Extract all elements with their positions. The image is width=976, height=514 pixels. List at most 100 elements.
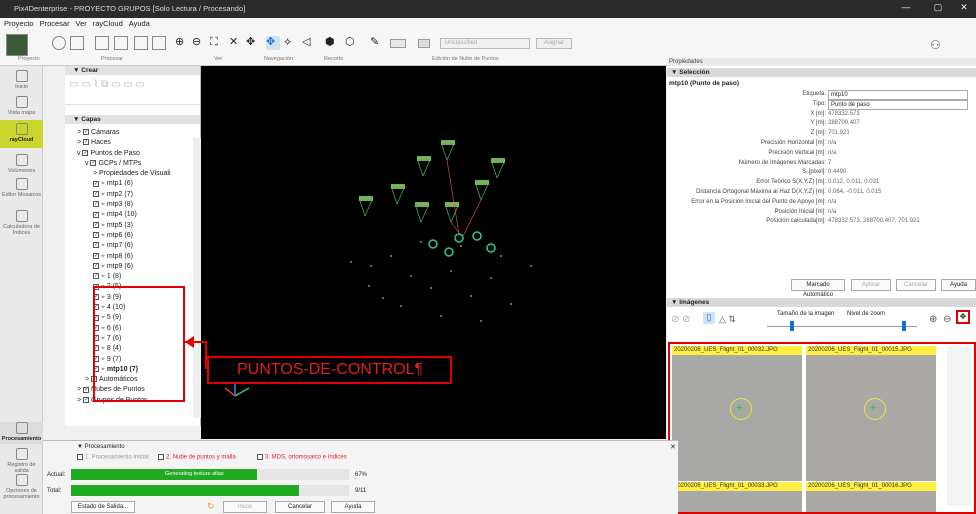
zoom-in-icon[interactable]: ⊕ [175,36,189,50]
edit-points-icon[interactable]: ✎ [370,36,384,50]
sidebar-item-vista-mapa[interactable]: Vista mapa [0,96,43,116]
layer-item[interactable]: ✓ ⌖ mtp2 (7) [65,190,200,200]
fit-images-icon[interactable]: ✥ [956,310,970,324]
layer-scrollbar[interactable] [193,138,201,418]
cancel-button[interactable]: Cancelar [896,279,936,291]
fly-icon[interactable]: ◁ [302,36,316,50]
image-tools-icon[interactable]: ⊘ ⊘ [671,314,691,325]
save-icon[interactable] [134,36,148,50]
layer-item[interactable]: v ✓ Puntos de Paso [65,149,200,159]
user-icon[interactable]: ⚇ [930,38,941,52]
menu-ver[interactable]: Ver [76,19,87,28]
close-icon[interactable]: ✕ [952,2,976,13]
step-3[interactable]: 3. MDS, ortomosaico e índices [257,454,347,461]
image-thumb-4[interactable]: 20200206_UES_Flight_01_00016.JPG [806,482,936,512]
clip-region-icon[interactable]: ⬡ [345,36,359,50]
processing-title[interactable]: ▼ Procesamiento [77,444,125,450]
menu-proyecto[interactable]: Proyecto [4,19,34,28]
layer-checkbox[interactable]: ✓ [93,252,99,259]
image-thumb-3[interactable]: 20200206_UES_Flight_01_00033.JPG [672,482,802,512]
layer-checkbox[interactable]: ✓ [93,232,99,239]
maximize-icon[interactable]: ▢ [926,2,950,13]
layer-checkbox[interactable]: ✓ [90,160,97,167]
zoom-slider-handle[interactable] [902,321,906,331]
export-icon[interactable] [152,36,166,50]
layer-item[interactable]: ✓ ⌖ mtp6 (6) [65,231,200,241]
open-project-icon[interactable] [70,36,84,50]
layer-checkbox[interactable]: ✓ [93,242,99,249]
images-scrollbar[interactable] [947,346,971,506]
help-processing-button[interactable]: Ayuda [331,501,375,513]
layer-checkbox[interactable]: ✓ [93,221,99,228]
layer-checkbox[interactable]: ✓ [83,129,90,136]
layer-item[interactable]: ✓ ⌖ mtp7 (6) [65,241,200,251]
property-value[interactable]: Punto de paso [828,99,968,110]
step-1[interactable]: 1. Procesamiento Inicial [77,454,149,461]
layer-item[interactable]: > Propiedades de Visuali [65,169,200,179]
layer-checkbox[interactable]: ✓ [93,263,99,270]
apply-button[interactable]: Aplicar [851,279,891,291]
section-imagenes[interactable]: ▼ Imágenes [667,298,976,307]
print-icon[interactable] [114,36,128,50]
sidebar-item-volumenes[interactable]: Volúmenes [0,154,43,174]
image-thumb-2[interactable]: 20200206_UES_Flight_01_00015.JPG + [806,346,936,481]
auto-mark-button[interactable]: Marcado Automático [791,279,845,298]
property-value[interactable]: mtp10 [828,90,968,100]
image-size-slider-handle[interactable] [789,321,794,331]
zoom-out-images-icon[interactable]: ⊖ [943,314,951,325]
sidebar-item-procesamiento[interactable]: Procesamiento [0,422,43,444]
selection-mode-dropdown[interactable] [390,39,406,48]
layer-item[interactable]: ✓ ⌖ mtp3 (8) [65,200,200,210]
minimize-icon[interactable]: — [894,2,918,12]
new-project-icon[interactable] [52,36,66,50]
layer-checkbox[interactable]: ✓ [93,273,99,280]
layer-checkbox[interactable]: ✓ [83,139,90,146]
layer-item[interactable]: ✓ ⌖ mtp5 (3) [65,221,200,231]
layer-item[interactable]: > ✓ Haces [65,138,200,148]
document-icon[interactable] [95,36,109,50]
zoom-out-icon[interactable]: ⊖ [192,36,206,50]
layer-item[interactable]: v ✓ GCPs / MTPs [65,159,200,169]
step-2[interactable]: 2. Nube de puntos y malla [158,454,236,461]
sidebar-item-opciones[interactable]: Opciones de procesamiento [0,474,43,500]
sidebar-item-calculadora[interactable]: Calculadora de Índices [0,210,43,236]
clip-box-icon[interactable]: ⬢ [325,36,339,50]
layer-item[interactable]: ✓ ⌖ mtp1 (6) [65,179,200,189]
layer-item[interactable]: > ✓ Cámaras [65,128,200,138]
layer-item[interactable]: ✓ ⌖ mtp8 (6) [65,252,200,262]
output-status-button[interactable]: Estado de Salida... [71,501,135,513]
layer-item[interactable]: ✓ ⌖ mtp4 (10) [65,210,200,220]
menu-ayuda[interactable]: Ayuda [129,19,150,28]
sidebar-item-inicio[interactable]: Inicio [0,70,43,90]
zoom-in-images-icon[interactable]: ⊕ [929,314,937,325]
menu-raycloud[interactable]: rayCloud [93,19,123,28]
layer-checkbox[interactable]: ✓ [82,149,89,156]
step-1-checkbox[interactable] [77,454,83,460]
menu-procesar[interactable]: Procesar [40,19,70,28]
navigate-icon[interactable]: ✥ [266,36,280,50]
section-capas[interactable]: ▼ Capas [65,115,200,124]
help-button[interactable]: Ayuda [941,279,976,291]
layer-checkbox[interactable]: ✓ [93,201,99,208]
sort-icon[interactable]: △ ⇅ [719,314,736,325]
layer-checkbox[interactable]: ✓ [93,190,99,197]
section-crear[interactable]: ▼ Crear [65,66,200,75]
grid-view-icon[interactable]: ▯ [703,312,715,324]
sidebar-item-registro[interactable]: Registro de salida [0,448,43,474]
section-seleccion[interactable]: ▼ Selección [667,68,976,77]
step-2-checkbox[interactable] [158,454,164,460]
step-3-checkbox[interactable] [257,454,263,460]
sidebar-item-editor-mosaicos[interactable]: Editor Mosaicos [0,178,43,198]
assign-button[interactable]: Asignar [536,38,572,49]
layer-item[interactable]: ✓ ⌖ mtp9 (6) [65,262,200,272]
cancel-processing-button[interactable]: Cancelar [275,501,325,513]
layer-checkbox[interactable]: ✓ [93,180,99,187]
start-button[interactable]: Inicio [223,501,267,513]
image-thumb-1[interactable]: 20200206_UES_Flight_01_00032.JPG + [672,346,802,481]
layer-checkbox[interactable]: ✓ [93,211,99,218]
trackball-icon[interactable]: ⟡ [284,36,298,50]
move-icon[interactable]: ✥ [246,36,260,50]
layer-item[interactable]: ✓ ⌖ 1 (8) [65,272,200,282]
sidebar-item-raycloud[interactable]: rayCloud [0,120,43,148]
close-processing-icon[interactable]: ✕ [670,443,676,451]
